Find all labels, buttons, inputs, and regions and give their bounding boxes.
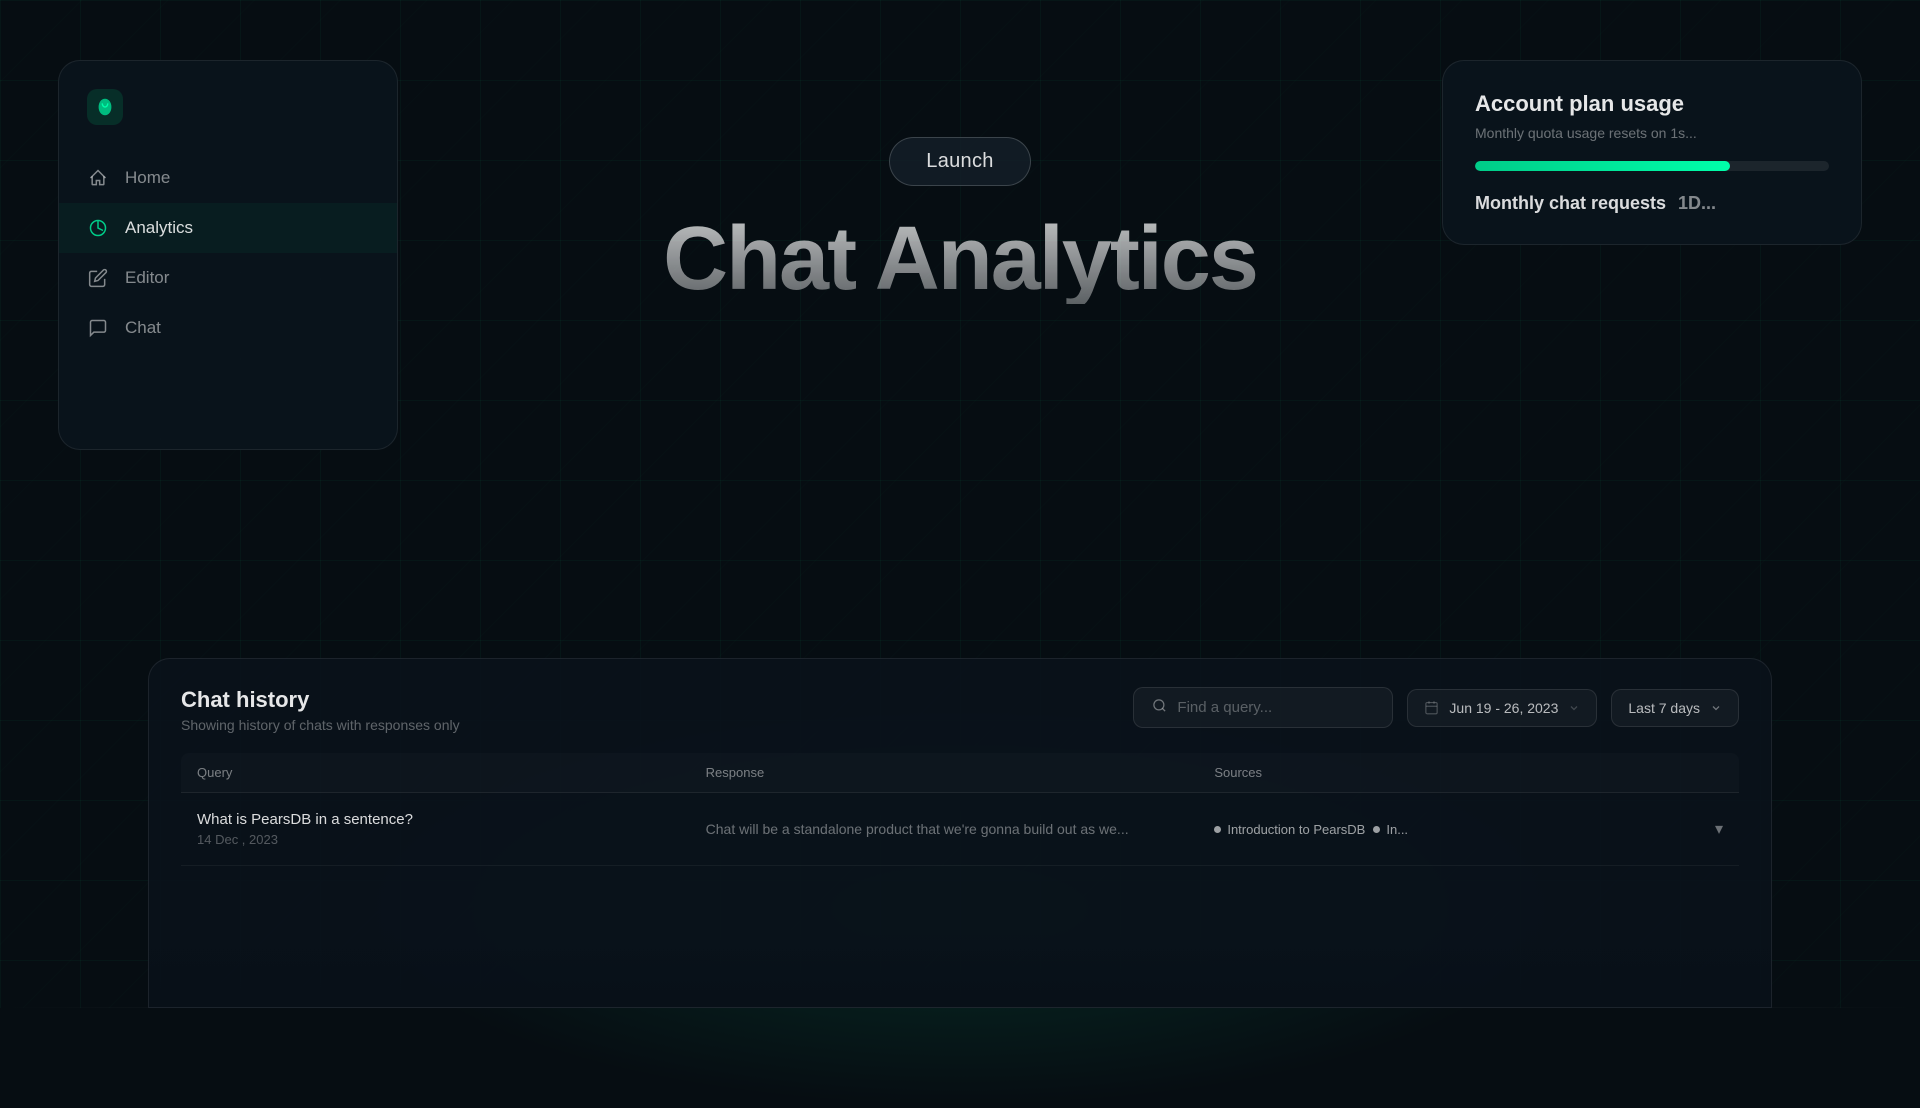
sidebar-item-analytics[interactable]: Analytics: [59, 203, 397, 253]
search-icon: [1152, 698, 1167, 717]
editor-icon: [87, 267, 109, 289]
analytics-icon: [87, 217, 109, 239]
logo-icon: [87, 89, 123, 125]
sidebar-item-analytics-label: Analytics: [125, 218, 193, 238]
sidebar-logo: [59, 89, 397, 153]
sidebar-item-home-label: Home: [125, 168, 170, 188]
search-bar[interactable]: [1133, 687, 1393, 728]
sidebar-item-home[interactable]: Home: [59, 153, 397, 203]
row-query-cell: What is PearsDB in a sentence? 14 Dec , …: [197, 811, 706, 847]
col-header-query: Query: [197, 765, 706, 780]
chat-panel-header: Chat history Showing history of chats wi…: [149, 659, 1771, 753]
sidebar-item-chat-label: Chat: [125, 318, 161, 338]
sidebar-item-chat[interactable]: Chat: [59, 303, 397, 353]
row-query-date: 14 Dec , 2023: [197, 832, 706, 847]
chat-history-title: Chat history: [181, 687, 460, 713]
search-input[interactable]: [1177, 699, 1374, 716]
source-dot-2: [1373, 826, 1380, 833]
source-tag-2: In...: [1373, 822, 1408, 837]
chat-panel-title-block: Chat history Showing history of chats wi…: [181, 687, 460, 733]
monthly-chat-row: Monthly chat requests 1D...: [1475, 193, 1829, 214]
page-title: Chat Analytics: [663, 214, 1257, 304]
chat-table: Query Response Sources What is PearsDB i…: [149, 753, 1771, 866]
progress-bar-fill: [1475, 161, 1730, 171]
source-label-2: In...: [1386, 822, 1408, 837]
chat-history-subtitle: Showing history of chats with responses …: [181, 717, 460, 733]
account-plan-subtitle: Monthly quota usage resets on 1s...: [1475, 125, 1829, 141]
period-selector[interactable]: Last 7 days: [1611, 689, 1739, 727]
date-range-label: Jun 19 - 26, 2023: [1449, 700, 1558, 716]
col-header-sources: Sources: [1214, 765, 1723, 780]
panel-fade-overlay: [149, 927, 1771, 1007]
table-row[interactable]: What is PearsDB in a sentence? 14 Dec , …: [181, 793, 1739, 866]
sidebar-item-editor-label: Editor: [125, 268, 169, 288]
monthly-chat-value: 1D...: [1678, 193, 1716, 214]
sidebar-item-editor[interactable]: Editor: [59, 253, 397, 303]
home-icon: [87, 167, 109, 189]
progress-bar-background: [1475, 161, 1829, 171]
chat-icon: [87, 317, 109, 339]
source-tag-1: Introduction to PearsDB: [1214, 822, 1365, 837]
source-dot-1: [1214, 826, 1221, 833]
table-header: Query Response Sources: [181, 753, 1739, 793]
monthly-chat-label: Monthly chat requests: [1475, 193, 1666, 214]
sidebar: Home Analytics Editor Chat: [58, 60, 398, 450]
account-plan-title: Account plan usage: [1475, 91, 1829, 117]
source-expand-button[interactable]: ▾: [1715, 819, 1723, 839]
account-plan-card: Account plan usage Monthly quota usage r…: [1442, 60, 1862, 245]
col-header-response: Response: [706, 765, 1215, 780]
chat-panel-controls: Jun 19 - 26, 2023 Last 7 days: [1133, 687, 1739, 728]
chat-history-panel: Chat history Showing history of chats wi…: [148, 658, 1772, 1008]
row-query-title: What is PearsDB in a sentence?: [197, 811, 706, 828]
period-label: Last 7 days: [1628, 700, 1700, 716]
launch-button[interactable]: Launch: [889, 137, 1030, 186]
date-range-selector[interactable]: Jun 19 - 26, 2023: [1407, 689, 1597, 727]
row-sources-cell: Introduction to PearsDB In... ▾: [1214, 819, 1723, 839]
source-label-1: Introduction to PearsDB: [1227, 822, 1365, 837]
row-response-cell: Chat will be a standalone product that w…: [706, 819, 1215, 840]
